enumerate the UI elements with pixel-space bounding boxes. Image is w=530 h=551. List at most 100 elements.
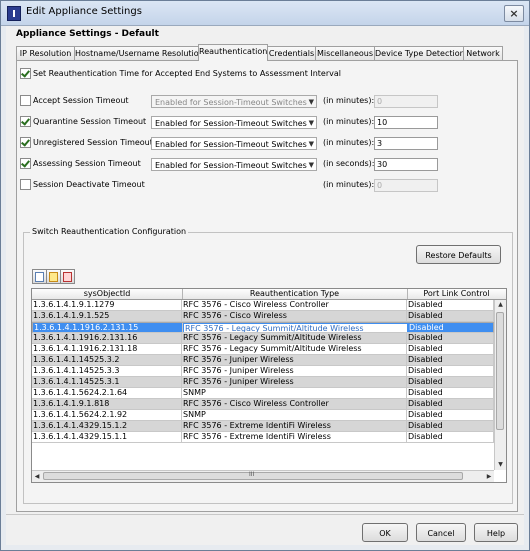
set-reauth-interval-checkbox[interactable] — [20, 68, 31, 79]
tab-hostname-username-resolution[interactable]: Hostname/Username Resolution — [74, 46, 204, 60]
scroll-up-icon[interactable]: ▲ — [495, 300, 506, 310]
cell-reauthentication-type[interactable]: SNMP — [182, 410, 407, 420]
accept-session-timeout-input[interactable]: 0 — [374, 95, 438, 108]
cell-reauthentication-type[interactable]: RFC 3576 - Extreme IdentiFi Wireless — [182, 432, 407, 442]
cell-reauthentication-type[interactable]: RFC 3576 - Legacy Summit/Altitude Wirele… — [182, 344, 407, 354]
table-row[interactable]: 1.3.6.1.4.1.5624.2.1.92 SNMP Disabled — [32, 410, 494, 421]
cell-reauthentication-type[interactable]: RFC 3576 - Legacy Summit/Altitude Wirele… — [183, 323, 408, 332]
unregistered-session-timeout-label: Unregistered Session Timeout — [33, 138, 153, 147]
app-icon — [7, 6, 21, 21]
scroll-down-icon[interactable]: ▼ — [495, 460, 506, 470]
title-bar[interactable]: Edit Appliance Settings × — [1, 1, 529, 26]
table-row[interactable]: 1.3.6.1.4.1.14525.3.2 RFC 3576 - Juniper … — [32, 355, 494, 366]
horizontal-scrollbar[interactable]: ◀ III ▶ — [32, 470, 494, 482]
tab-device-type-detection[interactable]: Device Type Detection — [374, 46, 465, 60]
cell-reauthentication-type[interactable]: SNMP — [182, 388, 407, 398]
assessing-session-timeout-mode-select[interactable]: Enabled for Session-Timeout Switches ▼ — [151, 158, 317, 171]
cell-sysobjectid[interactable]: 1.3.6.1.4.1.14525.3.2 — [32, 355, 182, 365]
cell-reauthentication-type[interactable]: RFC 3576 - Legacy Summit/Altitude Wirele… — [182, 333, 407, 343]
cell-port-link-control[interactable]: Disabled — [407, 377, 494, 387]
tab-network[interactable]: Network — [463, 46, 503, 60]
scroll-right-icon[interactable]: ▶ — [484, 471, 494, 482]
cell-sysobjectid[interactable]: 1.3.6.1.4.1.5624.2.1.92 — [32, 410, 182, 420]
help-button[interactable]: Help — [474, 523, 518, 542]
table-row[interactable]: 1.3.6.1.4.1.9.1.525 RFC 3576 - Cisco Wire… — [32, 311, 494, 322]
session-deactivate-timeout-label: Session Deactivate Timeout — [33, 180, 145, 189]
session-deactivate-timeout-checkbox[interactable] — [20, 179, 31, 190]
edit-icon[interactable] — [46, 269, 61, 284]
delete-icon[interactable] — [60, 269, 75, 284]
cell-reauthentication-type[interactable]: RFC 3576 - Juniper Wireless — [182, 355, 407, 365]
accept-session-timeout-checkbox[interactable] — [20, 95, 31, 106]
accept-session-timeout-mode-select[interactable]: Enabled for Session-Timeout Switches ▼ — [151, 95, 317, 108]
table-row[interactable]: 1.3.6.1.4.1.5624.2.1.64 SNMP Disabled — [32, 388, 494, 399]
cell-port-link-control[interactable]: Disabled — [407, 300, 494, 310]
table-row[interactable]: 1.3.6.1.4.1.1916.2.131.18 RFC 3576 - Lega… — [32, 344, 494, 355]
cell-reauthentication-type[interactable]: RFC 3576 - Extreme IdentiFi Wireless — [182, 421, 407, 431]
quarantine-session-timeout-label: Quarantine Session Timeout — [33, 117, 147, 126]
ok-button[interactable]: OK — [362, 523, 408, 542]
cell-reauthentication-type[interactable]: RFC 3576 - Juniper Wireless — [182, 377, 407, 387]
cell-port-link-control[interactable]: Disabled — [407, 410, 494, 420]
horizontal-scroll-thumb[interactable]: III — [43, 471, 463, 480]
cell-sysobjectid[interactable]: 1.3.6.1.4.1.9.1.525 — [32, 311, 182, 321]
cell-reauthentication-type[interactable]: RFC 3576 - Cisco Wireless Controller — [182, 399, 407, 409]
table-row[interactable]: 1.3.6.1.4.1.4329.15.1.2 RFC 3576 - Extrem… — [32, 421, 494, 432]
tab-credentials[interactable]: Credentials — [267, 46, 316, 60]
column-header-reauthentication-type[interactable]: Reauthentication Type — [182, 289, 408, 299]
table-row[interactable]: 1.3.6.1.4.1.14525.3.1 RFC 3576 - Juniper … — [32, 377, 494, 388]
cell-port-link-control[interactable]: Disabled — [407, 344, 494, 354]
restore-defaults-button[interactable]: Restore Defaults — [416, 245, 501, 264]
cell-sysobjectid[interactable]: 1.3.6.1.4.1.1916.2.131.16 — [32, 333, 182, 343]
cancel-button[interactable]: Cancel — [416, 523, 466, 542]
cell-port-link-control[interactable]: Disabled — [407, 432, 494, 442]
tab-miscellaneous[interactable]: Miscellaneous — [315, 46, 375, 60]
session-deactivate-timeout-input[interactable]: 0 — [374, 179, 438, 192]
add-icon[interactable] — [32, 269, 47, 284]
quarantine-session-timeout-checkbox[interactable] — [20, 116, 31, 127]
assessing-session-timeout-input[interactable]: 30 — [374, 158, 438, 171]
unregistered-session-timeout-input[interactable]: 3 — [374, 137, 438, 150]
cell-port-link-control[interactable]: Disabled — [407, 399, 494, 409]
table-row[interactable]: 1.3.6.1.4.1.4329.15.1.1 RFC 3576 - Extrem… — [32, 432, 494, 443]
close-window-button[interactable]: × — [504, 5, 524, 22]
table-row[interactable]: 1.3.6.1.4.1.9.1.818 RFC 3576 - Cisco Wire… — [32, 399, 494, 410]
table-row[interactable]: 1.3.6.1.4.1.1916.2.131.15 RFC 3576 - Lega… — [32, 322, 494, 333]
cell-sysobjectid[interactable]: 1.3.6.1.4.1.4329.15.1.1 — [32, 432, 182, 442]
tab-reauthentication[interactable]: Reauthentication — [198, 44, 268, 61]
accept-session-timeout-unit: (in minutes): — [323, 96, 375, 105]
table-row[interactable]: 1.3.6.1.4.1.1916.2.131.16 RFC 3576 - Lega… — [32, 333, 494, 344]
cell-port-link-control[interactable]: Disabled — [407, 355, 494, 365]
cell-sysobjectid[interactable]: 1.3.6.1.4.1.5624.2.1.64 — [32, 388, 182, 398]
cell-reauthentication-type[interactable]: RFC 3576 - Cisco Wireless — [182, 311, 407, 321]
assessing-session-timeout-checkbox[interactable] — [20, 158, 31, 169]
table-row[interactable]: 1.3.6.1.4.1.14525.3.3 RFC 3576 - Juniper … — [32, 366, 494, 377]
cell-sysobjectid[interactable]: 1.3.6.1.4.1.1916.2.131.18 — [32, 344, 182, 354]
cell-sysobjectid[interactable]: 1.3.6.1.4.1.9.1.1279 — [32, 300, 182, 310]
vertical-scroll-thumb[interactable] — [496, 312, 504, 430]
table-row[interactable]: 1.3.6.1.4.1.9.1.1279 RFC 3576 - Cisco Wir… — [32, 300, 494, 311]
quarantine-session-timeout-mode-select[interactable]: Enabled for Session-Timeout Switches ▼ — [151, 116, 317, 129]
cell-reauthentication-type[interactable]: RFC 3576 - Cisco Wireless Controller — [182, 300, 407, 310]
cell-sysobjectid[interactable]: 1.3.6.1.4.1.14525.3.3 — [32, 366, 182, 376]
vertical-scrollbar[interactable]: ▲ ▼ — [494, 300, 506, 470]
cell-port-link-control[interactable]: Disabled — [407, 311, 494, 321]
cell-sysobjectid[interactable]: 1.3.6.1.4.1.9.1.818 — [32, 399, 182, 409]
unregistered-session-timeout-checkbox[interactable] — [20, 137, 31, 148]
tab-ip-resolution[interactable]: IP Resolution — [16, 46, 75, 60]
chevron-down-icon: ▼ — [308, 98, 314, 106]
scroll-left-icon[interactable]: ◀ — [32, 471, 42, 482]
unregistered-session-timeout-mode-select[interactable]: Enabled for Session-Timeout Switches ▼ — [151, 137, 317, 150]
cell-port-link-control[interactable]: Disabled — [407, 333, 494, 343]
cell-sysobjectid[interactable]: 1.3.6.1.4.1.14525.3.1 — [32, 377, 182, 387]
column-header-port-link-control[interactable]: Port Link Control — [407, 289, 506, 299]
cell-port-link-control[interactable]: Disabled — [407, 366, 494, 376]
cell-port-link-control[interactable]: Disabled — [408, 323, 493, 332]
cell-port-link-control[interactable]: Disabled — [407, 421, 494, 431]
cell-sysobjectid[interactable]: 1.3.6.1.4.1.1916.2.131.15 — [33, 323, 183, 332]
column-header-sysobjectid[interactable]: sysObjectId — [32, 289, 183, 299]
cell-reauthentication-type[interactable]: RFC 3576 - Juniper Wireless — [182, 366, 407, 376]
cell-port-link-control[interactable]: Disabled — [407, 388, 494, 398]
quarantine-session-timeout-input[interactable]: 10 — [374, 116, 438, 129]
cell-sysobjectid[interactable]: 1.3.6.1.4.1.4329.15.1.2 — [32, 421, 182, 431]
